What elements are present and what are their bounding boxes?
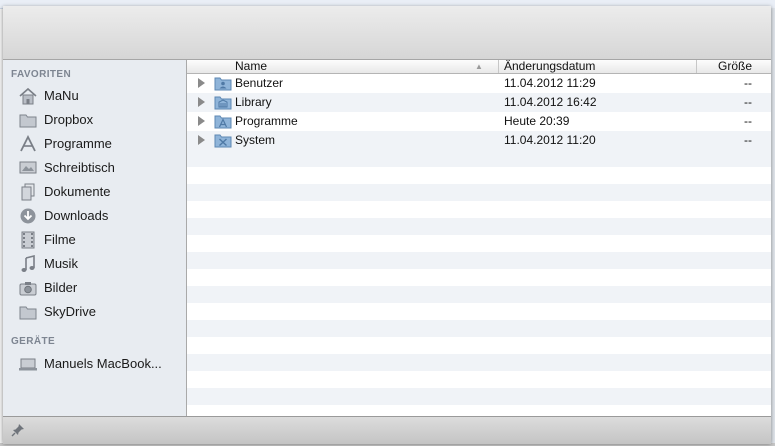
table-row[interactable]: Library 11.04.2012 16:42 -- — [187, 93, 771, 112]
open-file-sheet: FAVORITEN MaNu Dropbox Programme Schreib… — [3, 6, 771, 444]
library-folder-icon — [214, 96, 232, 110]
empty-row — [187, 303, 771, 320]
sidebar-item-schreibtisch[interactable]: Schreibtisch — [3, 156, 186, 180]
sidebar-item-skydrive[interactable]: SkyDrive — [3, 300, 186, 324]
laptop-icon — [19, 358, 37, 371]
sidebar-item-label: Dropbox — [44, 112, 94, 127]
list-header: Name ▲ Änderungsdatum Größe — [187, 60, 771, 74]
sidebar: FAVORITEN MaNu Dropbox Programme Schreib… — [3, 60, 187, 416]
bottom-bar — [3, 416, 771, 444]
empty-row — [187, 252, 771, 269]
file-name: Library — [235, 95, 272, 109]
empty-row — [187, 218, 771, 235]
column-name-label: Name — [235, 60, 268, 73]
sidebar-item-label: Downloads — [44, 208, 109, 223]
disclosure-triangle-icon[interactable] — [198, 135, 205, 145]
sidebar-item-label: Musik — [44, 256, 78, 271]
sidebar-item-macbook[interactable]: Manuels MacBook... — [3, 352, 186, 376]
sheet-toolbar — [3, 6, 771, 60]
downloads-icon — [20, 208, 36, 224]
disclosure-triangle-icon[interactable] — [198, 97, 205, 107]
table-row[interactable]: System 11.04.2012 11:20 -- — [187, 131, 771, 150]
sidebar-item-dokumente[interactable]: Dokumente — [3, 180, 186, 204]
empty-row — [187, 337, 771, 354]
sidebar-item-label: Filme — [44, 232, 76, 247]
sidebar-item-label: Manuels MacBook... — [44, 356, 162, 371]
sidebar-item-label: Bilder — [44, 280, 78, 295]
empty-row — [187, 371, 771, 388]
file-date: 11.04.2012 16:42 — [504, 95, 597, 109]
column-date-label: Änderungsdatum — [504, 60, 596, 73]
empty-row — [187, 269, 771, 286]
file-name: Programme — [235, 114, 298, 128]
table-row[interactable]: Benutzer 11.04.2012 11:29 -- — [187, 74, 771, 93]
system-folder-icon — [214, 134, 232, 148]
music-icon — [21, 255, 35, 272]
file-size: -- — [744, 133, 752, 147]
empty-row — [187, 320, 771, 337]
table-row[interactable]: Programme Heute 20:39 -- — [187, 112, 771, 131]
sidebar-item-label: MaNu — [44, 88, 79, 103]
empty-row — [187, 354, 771, 371]
sidebar-item-label: Programme — [44, 136, 112, 151]
file-date: 11.04.2012 11:20 — [504, 133, 596, 147]
devices-section-title: GERÄTE — [11, 336, 56, 347]
file-date: Heute 20:39 — [504, 114, 570, 128]
empty-row — [187, 150, 771, 167]
sidebar-item-filme[interactable]: Filme — [3, 228, 186, 252]
sort-ascending-icon: ▲ — [475, 62, 483, 71]
empty-row — [187, 235, 771, 252]
column-header-name[interactable]: Name ▲ — [187, 60, 499, 73]
pin-icon[interactable] — [11, 423, 25, 437]
file-rows: Benutzer 11.04.2012 11:29 -- Library 11.… — [187, 74, 771, 150]
desktop-icon — [19, 161, 37, 174]
empty-row — [187, 405, 771, 416]
folder-icon — [19, 306, 37, 320]
column-header-size[interactable]: Größe — [697, 60, 771, 73]
empty-row — [187, 388, 771, 405]
file-name: System — [235, 133, 276, 147]
file-date: 11.04.2012 11:29 — [504, 76, 596, 90]
empty-row — [187, 286, 771, 303]
pictures-icon — [19, 282, 37, 296]
sidebar-item-musik[interactable]: Musik — [3, 252, 186, 276]
sidebar-item-manu[interactable]: MaNu — [3, 84, 186, 108]
file-size: -- — [744, 95, 752, 109]
favorites-section-title: FAVORITEN — [11, 69, 72, 80]
users-folder-icon — [214, 77, 232, 91]
sidebar-item-label: Dokumente — [44, 184, 111, 199]
home-icon — [19, 87, 37, 105]
column-size-label: Größe — [717, 60, 752, 73]
disclosure-triangle-icon[interactable] — [198, 78, 205, 88]
empty-row — [187, 201, 771, 218]
file-list: Name ▲ Änderungsdatum Größe Benutzer 11.… — [187, 60, 771, 416]
sidebar-item-programme[interactable]: Programme — [3, 132, 186, 156]
sidebar-item-downloads[interactable]: Downloads — [3, 204, 186, 228]
folder-icon — [19, 114, 37, 128]
documents-icon — [21, 183, 35, 201]
disclosure-triangle-icon[interactable] — [198, 116, 205, 126]
movies-icon — [21, 231, 35, 249]
applications-folder-icon — [214, 115, 232, 129]
sidebar-item-bilder[interactable]: Bilder — [3, 276, 186, 300]
sidebar-item-dropbox[interactable]: Dropbox — [3, 108, 186, 132]
file-size: -- — [744, 114, 752, 128]
applications-icon — [20, 135, 36, 152]
sidebar-item-label: Schreibtisch — [44, 160, 115, 175]
column-header-date[interactable]: Änderungsdatum — [499, 60, 697, 73]
sidebar-item-label: SkyDrive — [44, 304, 97, 319]
background-page-edge — [771, 8, 775, 446]
empty-row — [187, 184, 771, 201]
file-size: -- — [744, 76, 752, 90]
empty-rows — [187, 150, 771, 416]
file-name: Benutzer — [235, 76, 284, 90]
empty-row — [187, 167, 771, 184]
